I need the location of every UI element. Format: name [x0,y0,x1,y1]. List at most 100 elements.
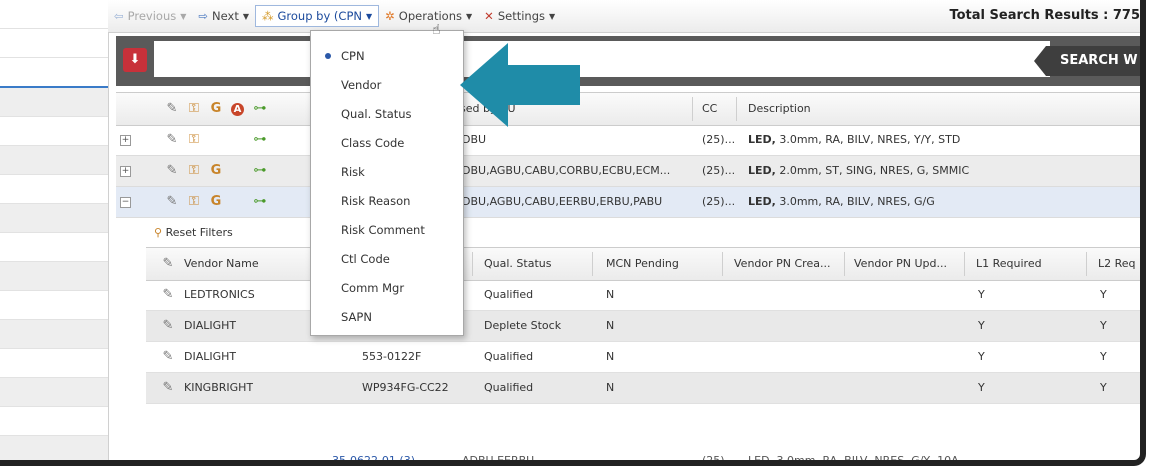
gear-icon[interactable]: G [208,163,224,179]
cell-cpn[interactable]: 35-0622-01 (3) [332,456,415,460]
pencil-icon[interactable]: ✎ [164,163,180,179]
left-panel-row[interactable] [0,291,108,320]
app-window: ⇦ Previous ▼ ⇨ Next ▼ ⁂ Group by (CPN ▼ … [0,0,1146,466]
tree-icon[interactable]: ⊶ [252,163,268,179]
left-panel-row-selected[interactable] [0,58,108,88]
cell-l1-required: Y [978,319,985,332]
menu-item-risk[interactable]: Risk [341,162,365,182]
left-panel-row[interactable] [0,117,108,146]
left-panel-row[interactable] [0,233,108,262]
menu-item-ctl-code[interactable]: Ctl Code [341,249,390,269]
key-icon[interactable]: ⚿ [186,163,202,179]
left-panel-row[interactable] [0,204,108,233]
left-panel-row[interactable] [0,320,108,349]
expand-icon[interactable]: + [120,166,131,177]
group-by-button[interactable]: ⁂ Group by (CPN ▼ [255,5,380,27]
cell-cc: (25)... [702,133,736,146]
header-mcn-pending[interactable]: MCN Pending [606,248,679,280]
pencil-icon[interactable]: ✎ [160,349,176,365]
cell-description-type: LED, [748,195,776,208]
pencil-icon[interactable]: ✎ [160,287,176,303]
header-l2-required[interactable]: L2 Req [1098,248,1136,280]
column-divider [964,252,965,276]
a-badge-icon[interactable]: A [231,103,244,116]
left-panel-row[interactable] [0,0,108,29]
previous-button[interactable]: ⇦ Previous ▼ [108,9,192,23]
left-panel-row[interactable] [0,88,108,117]
column-divider [692,97,693,121]
cell-cc: (25)... [702,456,736,466]
key-icon[interactable]: ⚿ [186,101,202,117]
arrow-right-icon: ⇨ [198,9,209,23]
column-divider [722,252,723,276]
table-row[interactable]: ✎ DIALIGHT 553-0122 Deplete Stock N Y Y [146,311,1140,342]
collapse-icon[interactable]: − [120,197,131,208]
reset-filters-button[interactable]: ⚲ Reset Filters [154,219,233,247]
toolbar: ⇦ Previous ▼ ⇨ Next ▼ ⁂ Group by (CPN ▼ … [108,0,1140,33]
pencil-icon[interactable]: ✎ [164,101,180,117]
search-button[interactable]: SEARCH W [1034,46,1140,76]
menu-item-class-code[interactable]: Class Code [341,133,404,153]
header-description[interactable]: Description [748,93,811,125]
table-row[interactable]: ✎ KINGBRIGHT WP934FG-CC22 Qualified N Y … [146,373,1140,404]
menu-item-risk-reason[interactable]: Risk Reason [341,191,410,211]
gear-icon[interactable]: G [208,194,224,210]
cell-vendor-name: KINGBRIGHT [184,381,254,394]
gear-icon[interactable]: G [208,101,224,117]
pencil-icon[interactable]: ✎ [160,380,176,396]
cell-mcn-pending: N [606,288,615,301]
pencil-icon[interactable]: ✎ [160,256,176,272]
header-qual-status[interactable]: Qual. Status [484,248,551,280]
left-panel-row[interactable] [0,175,108,204]
header-vendor-name[interactable]: Vendor Name [184,248,259,280]
left-panel-row[interactable] [0,436,108,460]
next-button[interactable]: ⇨ Next ▼ [192,9,255,23]
arrow-left-icon: ⇦ [114,9,124,23]
settings-button[interactable]: ✕ Settings ▼ [478,9,561,23]
header-vendor-pn-updated[interactable]: Vendor PN Upd... [854,248,947,280]
tree-icon[interactable]: ⊶ [252,101,268,117]
tree-icon[interactable]: ⊶ [252,132,268,148]
table-row[interactable]: 35-0622-01 (3) ADBU,EERBU (25)... LED, 3… [116,456,1140,466]
key-icon[interactable]: ⚿ [186,194,202,210]
table-row[interactable]: ✎ DIALIGHT 553-0122F Qualified N Y Y [146,342,1140,373]
pencil-icon[interactable]: ✎ [164,132,180,148]
menu-item-risk-comment[interactable]: Risk Comment [341,220,425,240]
left-panel-row[interactable] [0,262,108,291]
left-panel-row[interactable] [0,146,108,175]
table-row[interactable]: ✎ LEDTRONICS Qualified N Y Y [146,280,1140,311]
table-row-expanded[interactable]: − ✎ ⚿ G ⊶ DBU,AGBU,CABU,EERBU,ERBU,PABU … [116,187,1140,218]
tools-icon: ✕ [484,9,494,23]
table-row[interactable]: + ✎ ⚿ ⊶ DBU (25)... LED, 3.0mm, RA, BILV… [116,125,1140,156]
menu-item-vendor[interactable]: Vendor [341,75,381,95]
cell-vendor-name: LEDTRONICS [184,288,255,301]
menu-item-comm-mgr[interactable]: Comm Mgr [341,278,404,298]
hand-cursor-icon: ☝ [432,22,441,38]
cell-cc: (25)... [702,195,736,208]
expand-icon[interactable]: + [120,135,131,146]
menu-item-cpn[interactable]: CPN [341,46,365,66]
left-panel-row[interactable] [0,349,108,378]
table-row[interactable]: + ✎ ⚿ G ⊶ DBU,AGBU,CABU,CORBU,ECBU,ECM..… [116,156,1140,187]
cell-l2-required: Y [1100,288,1107,301]
red-action-button[interactable]: ⬇ [123,48,147,72]
menu-item-sapn[interactable]: SAPN [341,307,372,327]
operations-button[interactable]: ✲ Operations ▼ [379,9,478,23]
tree-icon[interactable]: ⊶ [252,194,268,210]
cell-mcn-pending: N [606,350,615,363]
key-icon[interactable]: ⚿ [186,132,202,148]
total-search-results: Total Search Results : 775 [949,8,1140,23]
left-panel-row[interactable] [0,407,108,436]
header-l1-required[interactable]: L1 Required [976,248,1042,280]
header-vendor-pn-created[interactable]: Vendor PN Crea... [734,248,830,280]
menu-item-qual-status[interactable]: Qual. Status [341,104,412,124]
search-input[interactable] [154,41,1050,77]
cell-l2-required: Y [1100,381,1107,394]
chevron-down-icon: ▼ [365,11,373,21]
header-cc[interactable]: CC [702,93,717,125]
pencil-icon[interactable]: ✎ [160,318,176,334]
pencil-icon[interactable]: ✎ [164,194,180,210]
left-panel-row[interactable] [0,378,108,407]
left-panel-row[interactable] [0,29,108,58]
search-bar: ⬇ SEARCH W [116,36,1140,86]
